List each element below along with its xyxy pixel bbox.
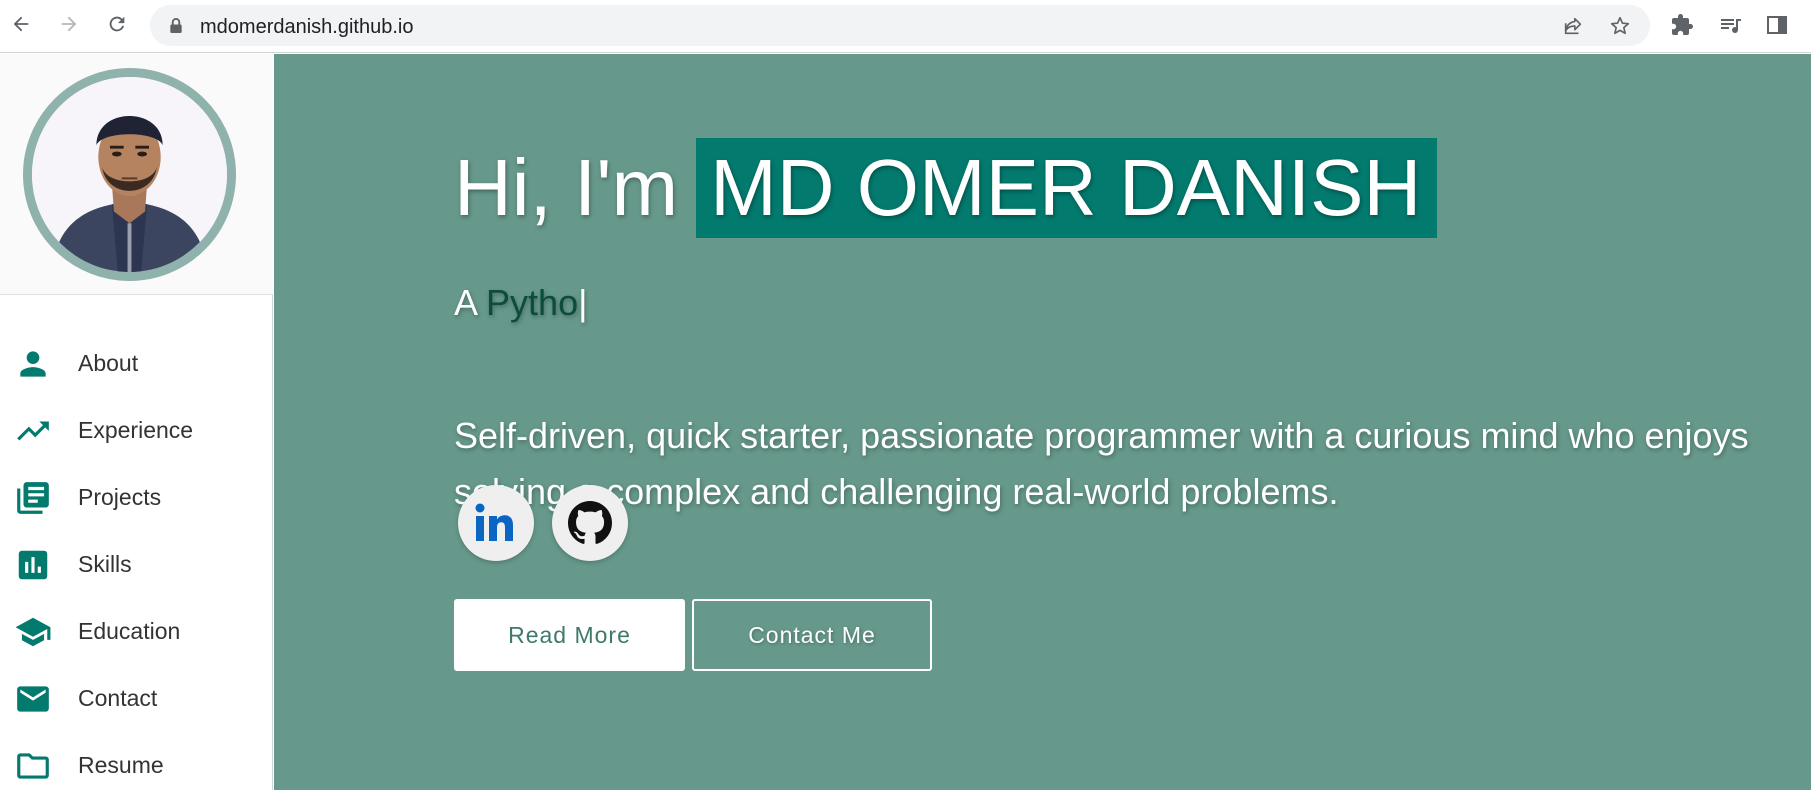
avatar (23, 68, 236, 281)
mail-icon (13, 679, 53, 719)
sidebar: About Experience Projects Skills Educati… (0, 54, 273, 790)
trending-up-icon (13, 411, 53, 451)
linkedin-icon (475, 503, 513, 541)
sidebar-item-label: About (78, 350, 139, 376)
sidebar-item-education[interactable]: Education (0, 598, 273, 665)
hero-title: Hi, I'm MD OMER DANISH (454, 138, 1438, 238)
lock-icon[interactable] (168, 17, 184, 34)
browser-toolbar: mdomerdanish.github.io (0, 0, 1811, 53)
read-more-button[interactable]: Read More (454, 599, 685, 671)
sidebar-item-experience[interactable]: Experience (0, 397, 273, 464)
library-books-icon (13, 478, 53, 518)
url-text[interactable]: mdomerdanish.github.io (200, 16, 413, 39)
back-arrow-icon[interactable] (8, 11, 34, 37)
folder-icon (13, 746, 53, 786)
forward-arrow-icon[interactable] (56, 11, 82, 37)
sidebar-item-resume[interactable]: Resume (0, 732, 273, 799)
sidebar-item-label: Skills (78, 551, 132, 577)
tagline-prefix: A (454, 282, 477, 323)
media-icon[interactable] (1718, 13, 1742, 37)
sidebar-item-label: Projects (78, 484, 162, 510)
profile-photo (32, 77, 227, 272)
greeting-text: Hi, I'm (454, 143, 679, 232)
sidebar-menu: About Experience Projects Skills Educati… (0, 330, 273, 799)
tagline-typed-text: Pytho (486, 282, 579, 323)
typing-cursor: | (578, 282, 588, 323)
graduation-cap-icon (13, 612, 53, 652)
typed-tagline: A Pytho| (454, 282, 587, 324)
sidebar-item-label: Experience (78, 417, 194, 443)
contact-me-button[interactable]: Contact Me (692, 599, 932, 671)
github-button[interactable] (552, 485, 628, 561)
hero-section: Hi, I'm MD OMER DANISH A Pytho| Self-dri… (274, 54, 1811, 790)
side-panel-icon[interactable] (1765, 13, 1789, 37)
sidebar-item-label: Contact (78, 685, 158, 711)
person-icon (13, 344, 53, 384)
sidebar-item-projects[interactable]: Projects (0, 464, 273, 531)
address-bar[interactable]: mdomerdanish.github.io (150, 5, 1650, 46)
sidebar-item-contact[interactable]: Contact (0, 665, 273, 732)
share-icon[interactable] (1562, 15, 1584, 37)
sidebar-item-skills[interactable]: Skills (0, 531, 273, 598)
profile-area (0, 54, 273, 295)
star-icon[interactable] (1609, 15, 1631, 37)
sidebar-item-label: Resume (78, 752, 164, 778)
summary-text: Self-driven, quick starter, passionate p… (454, 415, 1749, 512)
github-icon (568, 501, 612, 544)
reload-icon[interactable] (104, 11, 130, 37)
bar-chart-icon (13, 545, 53, 585)
extensions-icon[interactable] (1670, 13, 1694, 37)
sidebar-item-about[interactable]: About (0, 330, 273, 397)
linkedin-button[interactable] (458, 485, 534, 561)
name-highlight: MD OMER DANISH (696, 138, 1438, 238)
sidebar-item-label: Education (78, 618, 181, 644)
